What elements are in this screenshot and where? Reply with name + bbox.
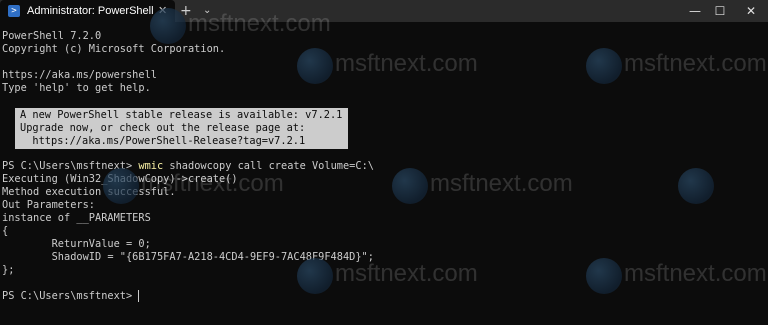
- maximize-button[interactable]: ☐: [705, 0, 735, 22]
- watermark-logo: [586, 48, 622, 84]
- watermark-text: msftnext.com: [335, 50, 478, 77]
- watermark-text: msftnext.com: [335, 260, 478, 287]
- output-line: };: [2, 264, 15, 276]
- output-line: {: [2, 225, 9, 237]
- watermark-logo: [297, 48, 333, 84]
- text-cursor: [138, 290, 140, 302]
- watermark-logo: [297, 258, 333, 294]
- output-line: Out Parameters:: [2, 199, 95, 211]
- watermark-logo: [103, 168, 139, 204]
- tab-powershell[interactable]: > Administrator: PowerShell ✕: [0, 0, 175, 22]
- watermark-logo: [586, 258, 622, 294]
- watermark-text: msftnext.com: [141, 170, 284, 197]
- update-notice: A new PowerShell stable release is avail…: [15, 108, 348, 149]
- output-line: Copyright (c) Microsoft Corporation.: [2, 43, 226, 55]
- notice-line: Upgrade now, or check out the release pa…: [20, 122, 306, 134]
- output-line: https://aka.ms/powershell: [2, 69, 157, 81]
- watermark-logo: [678, 168, 714, 204]
- watermark-logo: [150, 8, 186, 44]
- output-line: ReturnValue = 0;: [2, 238, 151, 250]
- notice-line: A new PowerShell stable release is avail…: [20, 109, 343, 121]
- watermark-text: msftnext.com: [624, 50, 767, 77]
- prompt-line[interactable]: PS C:\Users\msftnext>: [2, 290, 140, 303]
- watermark-text: msftnext.com: [624, 260, 767, 287]
- close-button[interactable]: ✕: [736, 0, 766, 22]
- output-line: instance of __PARAMETERS: [2, 212, 151, 224]
- prompt: PS C:\Users\msftnext>: [2, 290, 139, 302]
- notice-line: https://aka.ms/PowerShell-Release?tag=v7…: [20, 135, 306, 147]
- title-bar: > Administrator: PowerShell ✕ + ⌄ — ☐ ✕: [0, 0, 768, 22]
- powershell-icon: >: [8, 5, 20, 17]
- output-line: Type 'help' to get help.: [2, 82, 151, 94]
- watermark-text: msftnext.com: [430, 170, 573, 197]
- terminal-window: > Administrator: PowerShell ✕ + ⌄ — ☐ ✕ …: [0, 0, 768, 325]
- tab-title: Administrator: PowerShell: [27, 5, 154, 17]
- output-line: PowerShell 7.2.0: [2, 30, 102, 42]
- watermark-logo: [392, 168, 428, 204]
- watermark-text: msftnext.com: [188, 10, 331, 37]
